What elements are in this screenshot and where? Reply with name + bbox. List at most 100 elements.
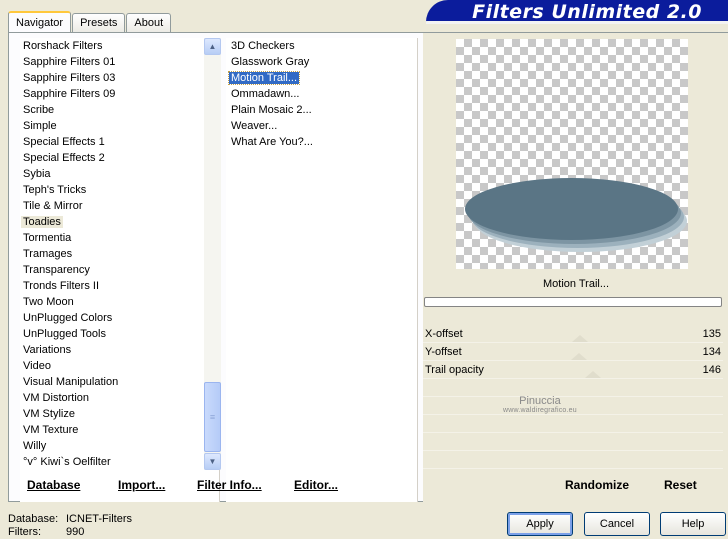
category-item[interactable]: Sapphire Filters 09 [20,86,200,102]
category-item-label: Sapphire Filters 09 [23,88,116,100]
bottom-toolbar: Database Import... Filter Info... Editor… [8,470,728,500]
slider-thumb[interactable] [572,335,588,342]
category-item[interactable]: Tormentia [20,230,200,246]
help-button[interactable]: Help [660,512,726,536]
filter-item-label: 3D Checkers [231,40,295,52]
category-item[interactable]: Sapphire Filters 03 [20,70,200,86]
slider-trail-opacity[interactable]: Trail opacity 146 [423,361,723,379]
filter-item-label: Glasswork Gray [231,56,310,68]
category-item[interactable]: UnPlugged Colors [20,310,200,326]
category-item-label: Two Moon [23,296,74,308]
filter-item[interactable]: Ommadawn... [226,86,417,102]
category-item-label: Simple [23,120,57,132]
category-item-label: Video [23,360,51,372]
filter-item-label: Ommadawn... [231,88,300,100]
tab-navigator[interactable]: Navigator [8,11,72,33]
import-button[interactable]: Import... [118,478,165,492]
category-item[interactable]: Special Effects 2 [20,150,200,166]
database-value: ICNET-Filters [66,513,132,525]
slider-x-offset[interactable]: X-offset 135 [423,325,723,343]
category-item-label: °v° Kiwi`s Oelfilter [23,456,111,468]
slider-thumb[interactable] [571,353,587,360]
cancel-button[interactable]: Cancel [584,512,650,536]
category-item[interactable]: VM Stylize [20,406,200,422]
category-item-label: UnPlugged Tools [23,328,106,340]
filter-item[interactable]: Glasswork Gray [226,54,417,70]
slider-value: 135 [702,328,721,340]
category-item[interactable]: Tronds Filters II [20,278,200,294]
category-item[interactable]: UnPlugged Tools [20,326,200,342]
filter-item[interactable]: Weaver... [226,118,417,134]
scroll-down-button[interactable]: ▼ [204,453,221,470]
database-button[interactable]: Database [27,478,80,492]
filter-item[interactable]: 3D Checkers [226,38,417,54]
category-item-label: Rorshack Filters [23,40,103,52]
category-item[interactable]: VM Distortion [20,390,200,406]
category-item[interactable]: Sapphire Filters 01 [20,54,200,70]
category-item-label: Teph's Tricks [23,184,87,196]
category-item[interactable]: Transparency [20,262,200,278]
scroll-thumb[interactable]: ≡ [204,382,221,452]
category-item[interactable]: Rorshack Filters [20,38,200,54]
category-item-label: Tronds Filters II [23,280,99,292]
category-item[interactable]: Scribe [20,102,200,118]
filters-label: Filters: [8,526,41,538]
category-item[interactable]: Teph's Tricks [20,182,200,198]
category-item[interactable]: Video [20,358,200,374]
category-item-label: Visual Manipulation [23,376,119,388]
category-item[interactable]: Variations [20,342,200,358]
category-item-label: Sapphire Filters 01 [23,56,116,68]
slider-value: 146 [702,364,721,376]
randomize-button[interactable]: Randomize [565,478,629,492]
apply-button[interactable]: Apply [507,512,573,536]
slider-empty [423,433,723,451]
filters-count: 990 [66,526,85,538]
filter-item[interactable]: Motion Trail... [226,70,417,86]
category-item[interactable]: Visual Manipulation [20,374,200,390]
filter-item-label: Weaver... [231,120,278,132]
filter-info-button[interactable]: Filter Info... [197,478,262,492]
scroll-up-button[interactable]: ▲ [204,38,221,55]
category-item-label: Transparency [23,264,90,276]
category-item-label: UnPlugged Colors [23,312,113,324]
slider-thumb[interactable] [585,371,601,378]
slider-label: X-offset [425,328,463,340]
watermark-url: www.waldiregrafico.eu [503,407,577,414]
category-item[interactable]: VM Texture [20,422,200,438]
category-scrollbar[interactable]: ▲ ≡ ▼ [204,38,221,470]
slider-empty [423,451,723,469]
category-item-label: Special Effects 2 [23,152,105,164]
slider-value: 134 [702,346,721,358]
category-item[interactable]: Tile & Mirror [20,198,200,214]
category-item[interactable]: °v° Kiwi`s Oelfilter [20,454,200,470]
category-item-label: Tormentia [23,232,72,244]
slider-label: Trail opacity [425,364,484,376]
reset-button[interactable]: Reset [664,478,697,492]
editor-button[interactable]: Editor... [294,478,338,492]
category-item[interactable]: Willy [20,438,200,454]
category-item[interactable]: Special Effects 1 [20,134,200,150]
slider-y-offset[interactable]: Y-offset 134 [423,343,723,361]
database-label: Database: [8,513,59,525]
category-item-label: VM Texture [23,424,79,436]
category-item-label: Sapphire Filters 03 [23,72,116,84]
tab-about[interactable]: About [126,13,172,32]
filter-item-label: What Are You?... [231,136,313,148]
category-item[interactable]: Toadies [20,214,200,230]
slider-label: Y-offset [425,346,462,358]
selected-filter-name: Motion Trail... [542,278,610,290]
filter-items: 3D Checkers Glasswork Gray Motion Trail...… [226,38,417,150]
category-list: Rorshack Filters Sapphire Filters 01 Sapph… [20,38,221,502]
category-item[interactable]: Tramages [20,246,200,262]
category-item[interactable]: Sybia [20,166,200,182]
preview-pane: Motion Trail... X-offset 135 Y-offset 13… [423,33,728,503]
filter-item[interactable]: What Are You?... [226,134,417,150]
filter-item[interactable]: Plain Mosaic 2... [226,102,417,118]
tab-presets[interactable]: Presets [72,13,126,32]
preview-image [456,39,688,269]
category-item[interactable]: Simple [20,118,200,134]
watermark: Pinuccia www.waldiregrafico.eu [503,396,577,416]
category-item[interactable]: Two Moon [20,294,200,310]
preview-ellipse [465,178,678,240]
category-item-label: Variations [23,344,72,356]
